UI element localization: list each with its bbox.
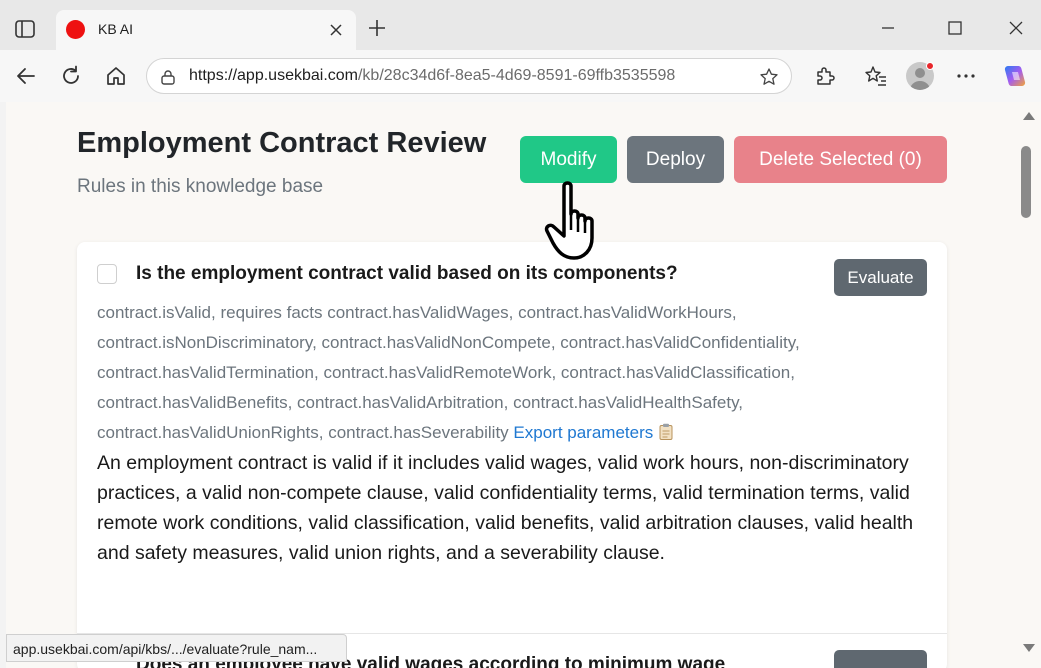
url-text[interactable]: https://app.usekbai.com/kb/28c34d6f-8ea5… — [189, 67, 675, 85]
home-icon[interactable] — [104, 64, 128, 88]
rule-question: Is the employment contract valid based o… — [136, 263, 678, 284]
rule-select-checkbox[interactable] — [97, 264, 117, 284]
link-status-bar: app.usekbai.com/api/kbs/.../evaluate?rul… — [6, 634, 347, 662]
maximize-icon[interactable] — [943, 16, 967, 40]
more-menu-icon[interactable] — [954, 64, 978, 88]
close-tab-icon[interactable] — [328, 22, 344, 38]
scroll-up-arrow-icon[interactable] — [1023, 112, 1035, 120]
page-title: Employment Contract Review — [77, 127, 487, 159]
scroll-down-arrow-icon[interactable] — [1023, 644, 1035, 652]
tab-title: KB AI — [98, 21, 134, 37]
next-evaluate-button[interactable] — [834, 650, 927, 668]
active-tab[interactable]: KB AI — [56, 10, 356, 50]
copilot-icon[interactable] — [1001, 62, 1029, 90]
clipboard-icon[interactable] — [659, 423, 673, 440]
window-close-icon[interactable] — [1004, 16, 1028, 40]
favorites-list-icon[interactable] — [864, 64, 888, 88]
evaluate-button[interactable]: Evaluate — [834, 259, 927, 296]
new-tab-icon[interactable] — [366, 17, 388, 39]
lock-icon[interactable] — [159, 68, 177, 86]
browser-toolbar: https://app.usekbai.com/kb/28c34d6f-8ea5… — [0, 50, 1041, 102]
favorite-star-icon[interactable] — [759, 67, 779, 87]
deploy-button[interactable]: Deploy — [627, 136, 724, 183]
rule-card: Is the employment contract valid based o… — [77, 242, 947, 668]
rule-facts-text: contract.isValid, requires facts contrac… — [97, 303, 800, 442]
hand-pointer-cursor-icon — [544, 181, 594, 260]
rule-description: An employment contract is valid if it in… — [97, 452, 914, 564]
page-subtitle: Rules in this knowledge base — [77, 176, 324, 197]
minimize-icon[interactable] — [876, 16, 900, 40]
page-scrollbar[interactable] — [1016, 102, 1041, 668]
url-path: /kb/28c34d6f-8ea5-4d69-8591-69ffb3535598 — [357, 67, 676, 84]
site-favicon-icon — [66, 20, 85, 39]
export-parameters-link[interactable]: Export parameters — [513, 423, 653, 442]
back-arrow-icon[interactable] — [14, 64, 38, 88]
extensions-puzzle-icon[interactable] — [813, 64, 837, 88]
reload-icon[interactable] — [59, 64, 83, 88]
profile-alert-dot — [926, 62, 934, 70]
modify-button[interactable]: Modify — [520, 136, 617, 183]
address-bar[interactable]: https://app.usekbai.com/kb/28c34d6f-8ea5… — [146, 58, 792, 94]
delete-selected-button[interactable]: Delete Selected (0) — [734, 136, 947, 183]
url-host: https://app.usekbai.com — [189, 67, 358, 84]
scroll-thumb[interactable] — [1021, 146, 1031, 218]
page-viewport: Employment Contract Review Rules in this… — [6, 102, 1016, 668]
tab-actions-icon[interactable] — [14, 18, 36, 40]
rule-facts: contract.isValid, requires facts contrac… — [97, 298, 907, 448]
